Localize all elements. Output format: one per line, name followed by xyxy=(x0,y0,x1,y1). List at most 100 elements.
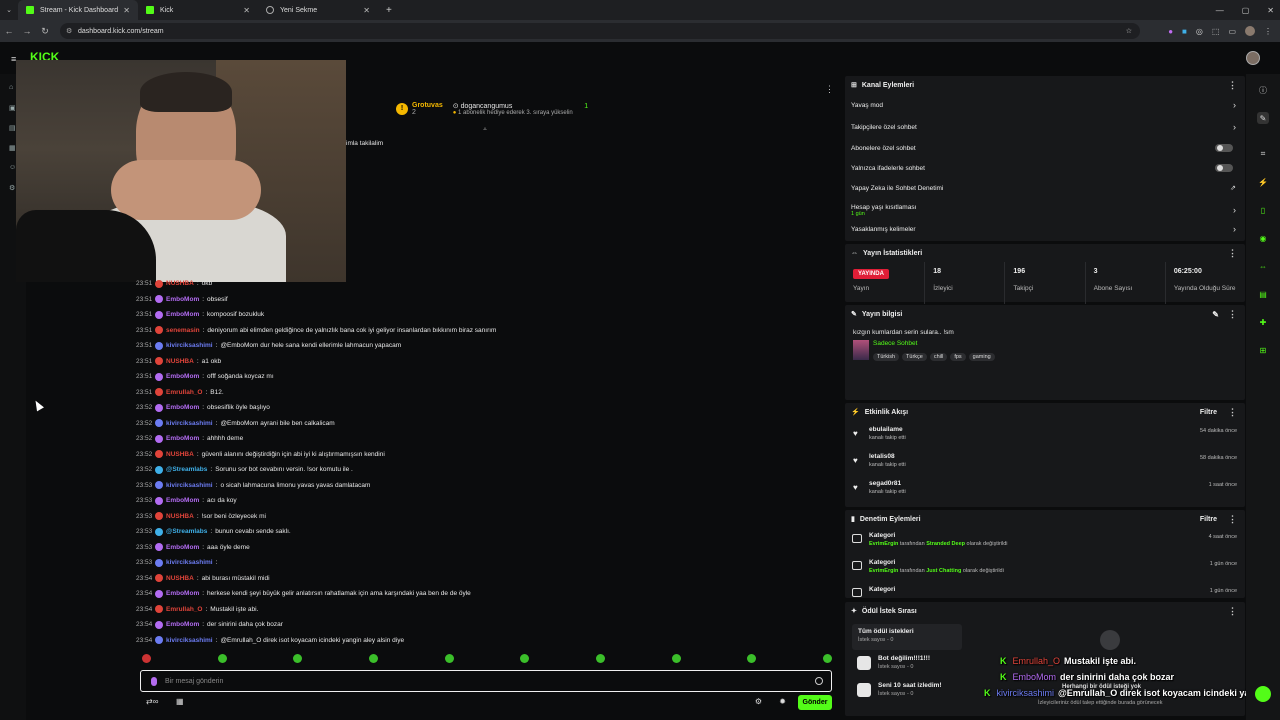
message-username[interactable]: NUSHBA xyxy=(166,513,194,520)
message-username[interactable]: EmboMom xyxy=(166,590,199,597)
info-icon[interactable]: ⓘ xyxy=(1257,84,1269,96)
avatar[interactable] xyxy=(1246,51,1260,65)
url-field[interactable]: ⚙ dashboard.kick.com/stream ☆ xyxy=(60,23,1140,39)
message-username[interactable]: EmboMom xyxy=(166,373,199,380)
cog-icon[interactable]: ✹ xyxy=(779,697,786,706)
panel-options-icon[interactable]: ⋮ xyxy=(1228,606,1237,617)
message-username[interactable]: NUSHBA xyxy=(166,451,194,458)
message-username[interactable]: @Streamlabs xyxy=(166,528,207,535)
chat-input[interactable]: Bir mesaj gönderin xyxy=(140,670,832,692)
stream-tag[interactable]: chill xyxy=(929,353,948,361)
collapse-icon[interactable]: ⩡ xyxy=(483,126,487,134)
emoji-icon[interactable] xyxy=(815,677,823,685)
send-button[interactable]: Gönder xyxy=(798,695,832,710)
microphone-icon[interactable] xyxy=(151,677,157,686)
filter-button[interactable]: Filtre xyxy=(1200,409,1217,416)
activity-user[interactable]: ebulailame xyxy=(869,426,1245,433)
emote-icon[interactable] xyxy=(595,654,605,663)
pencil-icon[interactable]: ✎ xyxy=(1257,112,1269,124)
channel-action-row[interactable]: Yasaklanmış kelimeler › xyxy=(845,222,1245,236)
extension-icon[interactable]: ■ xyxy=(1182,27,1187,36)
channel-action-row[interactable]: Yalnızca ifadelerle sohbet xyxy=(845,158,1245,178)
gifter-name[interactable]: dogancangumus xyxy=(461,103,513,110)
forward-icon[interactable]: → xyxy=(18,26,36,36)
activity-user[interactable]: letalis08 xyxy=(869,453,1245,460)
message-username[interactable]: Emrullah_O xyxy=(166,606,202,613)
channel-action-row[interactable]: Yapay Zeka ile Sohbet Denetimi ⇗ xyxy=(845,178,1245,198)
message-username[interactable]: kivirciksashimi xyxy=(166,482,213,489)
bookmark-icon[interactable]: ☆ xyxy=(1126,27,1132,35)
reload-icon[interactable]: ↻ xyxy=(36,26,54,37)
category-name[interactable]: Stranded Deep xyxy=(926,541,965,547)
calendar-icon[interactable]: ▦ xyxy=(176,697,184,706)
link-icon[interactable]: ⊞ xyxy=(1257,344,1269,356)
message-username[interactable]: NUSHBA xyxy=(166,575,194,582)
moderator-name[interactable]: EvrimErgin xyxy=(869,541,898,547)
message-username[interactable]: NUSHBA xyxy=(166,280,194,287)
moderator-name[interactable]: EvrimErgin xyxy=(869,568,898,574)
message-username[interactable]: EmboMom xyxy=(166,621,199,628)
channel-action-row[interactable]: Yavaş mod › xyxy=(845,94,1245,116)
emote-icon[interactable] xyxy=(368,654,378,663)
back-icon[interactable]: ← xyxy=(0,26,18,36)
category-name[interactable]: Just Chatting xyxy=(926,568,961,574)
emote-icon[interactable] xyxy=(822,654,832,663)
reward-item[interactable]: Bot değilim!!!1!!! İstek sayısı - 0 xyxy=(852,651,962,677)
activity-user[interactable]: segad0r81 xyxy=(869,480,1245,487)
message-username[interactable]: @Streamlabs xyxy=(166,466,207,473)
emote-icon[interactable] xyxy=(142,654,151,663)
tab-menu-icon[interactable]: ⌄ xyxy=(0,6,18,14)
panel-options-icon[interactable]: ⋮ xyxy=(1228,248,1237,259)
message-username[interactable]: kivirciksashimi xyxy=(166,559,213,566)
panel-options-icon[interactable]: ⋮ xyxy=(1228,514,1237,525)
extension-icon[interactable]: ◎ xyxy=(1196,27,1203,36)
message-username[interactable]: EmboMom xyxy=(166,544,199,551)
emote-icon[interactable] xyxy=(217,654,227,663)
message-username[interactable]: EmboMom xyxy=(166,435,199,442)
tab-kick[interactable]: Kick ✕ xyxy=(138,0,258,20)
minimize-icon[interactable]: — xyxy=(1216,6,1224,15)
toggle-switch[interactable] xyxy=(1215,164,1233,172)
puzzle-icon[interactable]: ⬚ xyxy=(1212,27,1220,36)
wrench-icon[interactable]: ✚ xyxy=(1257,316,1269,328)
message-username[interactable]: kivirciksashimi xyxy=(166,420,213,427)
message-username[interactable]: kivirciksashimi xyxy=(166,342,213,349)
emote-icon[interactable] xyxy=(444,654,454,663)
tab-new[interactable]: Yeni Sekme ✕ xyxy=(258,0,378,20)
edit-icon[interactable]: ✎ xyxy=(1212,310,1219,319)
close-tab-icon[interactable]: ✕ xyxy=(243,6,250,15)
tab-stream-dashboard[interactable]: Stream - Kick Dashboard ✕ xyxy=(18,0,138,20)
close-tab-icon[interactable]: ✕ xyxy=(363,6,370,15)
close-window-icon[interactable]: ✕ xyxy=(1267,6,1274,15)
site-info-icon[interactable]: ⚙ xyxy=(66,27,72,35)
crop-icon[interactable]: ⌗ xyxy=(1257,148,1269,160)
browser-menu-icon[interactable]: ⋮ xyxy=(1264,27,1272,36)
help-chat-icon[interactable] xyxy=(1255,686,1271,702)
profile-icon[interactable] xyxy=(1245,26,1255,36)
message-username[interactable]: EmboMom xyxy=(166,296,199,303)
panel-options-icon[interactable]: ⋮ xyxy=(1228,407,1237,418)
message-username[interactable]: EmboMom xyxy=(166,311,199,318)
share-icon[interactable]: ⇄∞ xyxy=(146,697,158,706)
emote-icon[interactable] xyxy=(520,654,530,663)
stream-tag[interactable]: gaming xyxy=(968,353,995,361)
reward-item[interactable]: Seni 10 saat izledim! İstek sayısı - 0 xyxy=(852,678,962,704)
maximize-icon[interactable]: ▢ xyxy=(1242,6,1250,15)
channel-action-row[interactable]: Hesap yaşı kısıtlaması 1 gün › xyxy=(845,198,1245,222)
extension-icon[interactable]: ● xyxy=(1168,27,1173,36)
message-username[interactable]: NUSHBA xyxy=(166,358,194,365)
message-username[interactable]: kivirciksashimi xyxy=(166,637,213,644)
message-username[interactable]: EmboMom xyxy=(166,497,199,504)
stats-icon[interactable]: ⇔ xyxy=(1257,260,1269,272)
stream-tag[interactable]: fps xyxy=(950,353,966,361)
channel-action-row[interactable]: Takipçilere özel sohbet › xyxy=(845,116,1245,138)
panel-options-icon[interactable]: ⋮ xyxy=(1228,80,1237,91)
message-username[interactable]: EmboMom xyxy=(166,404,199,411)
sidepanel-icon[interactable]: ▭ xyxy=(1228,27,1236,36)
close-tab-icon[interactable]: ✕ xyxy=(123,6,130,15)
tablet-icon[interactable]: ▯ xyxy=(1257,204,1269,216)
emote-icon[interactable] xyxy=(671,654,681,663)
category-link[interactable]: Sadece Sohbet xyxy=(873,340,998,347)
emote-icon[interactable] xyxy=(747,654,757,663)
channel-action-row[interactable]: Abonelere özel sohbet xyxy=(845,138,1245,158)
